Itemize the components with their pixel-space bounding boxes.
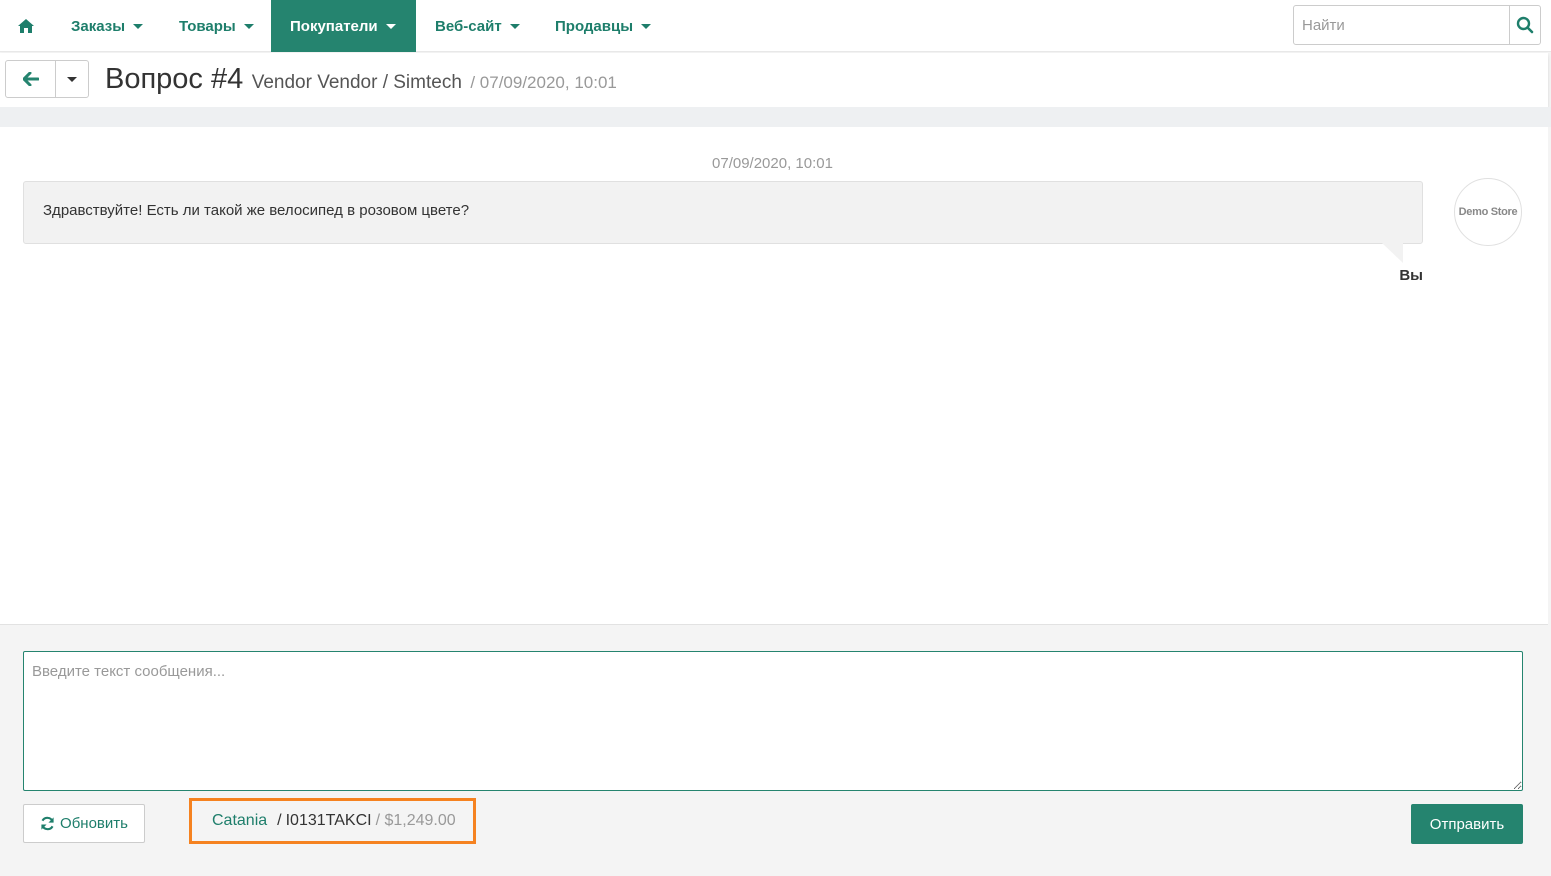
chevron-down-icon — [385, 23, 396, 29]
title-block: Вопрос #4 Vendor Vendor / Simtech / 07/0… — [105, 63, 617, 96]
product-price: / $1,249.00 — [375, 812, 456, 829]
nav-customers[interactable]: Покупатели — [271, 0, 416, 52]
nav-customers-label: Покупатели — [290, 17, 378, 35]
refresh-icon — [41, 816, 54, 831]
search-box — [1293, 5, 1541, 45]
nav-products[interactable]: Товары — [160, 0, 273, 52]
search-input[interactable] — [1294, 6, 1509, 44]
home-button[interactable] — [8, 0, 44, 52]
message-sender: Вы — [1399, 267, 1423, 284]
page-subtitle: Vendor Vendor / Simtech — [251, 72, 462, 93]
message-bubble-tail — [1382, 243, 1403, 263]
back-dropdown-button[interactable] — [56, 61, 88, 97]
page-date: / 07/09/2020, 10:01 — [470, 73, 617, 92]
product-info: Catania / I0131TAKCI / $1,249.00 — [189, 798, 476, 844]
page-title: Вопрос #4 — [105, 63, 244, 95]
chevron-down-icon — [641, 23, 652, 29]
header-divider — [0, 107, 1551, 127]
nav-website[interactable]: Веб-сайт — [416, 0, 539, 52]
search-icon — [1516, 16, 1534, 34]
arrow-left-icon — [22, 72, 39, 86]
message-text: Здравствуйте! Есть ли такой же велосипед… — [43, 202, 470, 219]
nav-products-label: Товары — [179, 17, 236, 35]
refresh-label: Обновить — [60, 815, 128, 832]
home-icon — [18, 19, 34, 33]
chevron-down-icon — [133, 23, 144, 29]
refresh-button[interactable]: Обновить — [23, 804, 145, 843]
message-date: 07/09/2020, 10:01 — [712, 155, 833, 172]
nav-vendors[interactable]: Продавцы — [536, 0, 670, 52]
message-thread[interactable]: 07/09/2020, 10:01 Здравствуйте! Есть ли … — [0, 127, 1548, 625]
message-composer: Обновить Catania / I0131TAKCI / $1,249.0… — [0, 626, 1551, 876]
back-button-group — [5, 60, 89, 98]
chevron-down-icon — [509, 23, 520, 29]
product-code: I0131TAKCI — [285, 812, 372, 829]
chevron-down-icon — [243, 23, 254, 29]
nav-vendors-label: Продавцы — [555, 17, 634, 35]
search-button[interactable] — [1509, 6, 1540, 44]
product-separator: / — [277, 812, 282, 829]
nav-website-label: Веб-сайт — [435, 17, 502, 35]
top-navigation-bar: Заказы Товары Покупатели Веб-сайт Продав… — [0, 0, 1551, 52]
nav-orders[interactable]: Заказы — [52, 0, 162, 52]
avatar: Demo Store — [1454, 178, 1522, 246]
message-bubble: Здравствуйте! Есть ли такой же велосипед… — [23, 181, 1423, 244]
message-input[interactable] — [23, 651, 1523, 791]
send-button[interactable]: Отправить — [1411, 804, 1523, 844]
avatar-logo-text: Demo Store — [1458, 206, 1518, 218]
page-header: Вопрос #4 Vendor Vendor / Simtech / 07/0… — [0, 53, 1548, 107]
nav-orders-label: Заказы — [71, 17, 126, 35]
chevron-down-icon — [67, 76, 77, 82]
back-button[interactable] — [6, 61, 56, 97]
product-link[interactable]: Catania — [212, 812, 267, 830]
